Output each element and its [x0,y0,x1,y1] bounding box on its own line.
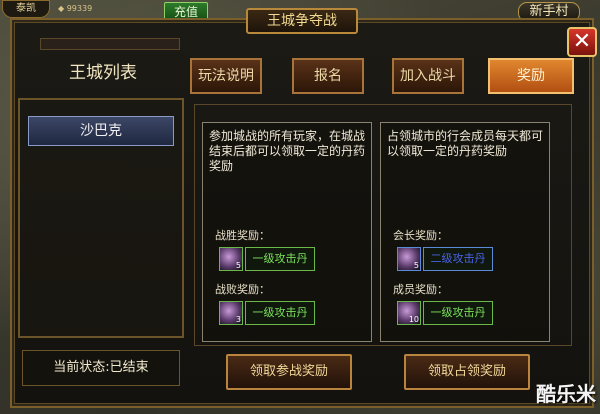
tab-rules[interactable]: 玩法说明 [190,58,262,94]
item-count: 3 [235,315,241,324]
leader-reward-label: 会长奖励： [393,229,448,242]
item-count: 5 [413,261,419,270]
occupation-reward-box: 占领城市的行会成员每天都可以领取一定的丹药奖励 会长奖励： 5 二级攻击丹 成员… [380,122,550,342]
city-item-shabake[interactable]: 沙巴克 [28,116,174,146]
tab-signup[interactable]: 报名 [292,58,364,94]
gold-display: ◆ 99339 [58,2,158,16]
pill-icon: 10 [397,301,421,325]
site-watermark: 酷乐米 [536,382,596,406]
decor-strip [40,38,180,50]
status-text: 当前状态:已结束 [22,350,180,386]
pill-icon: 3 [219,301,243,325]
item-name: 一级攻击丹 [423,301,493,325]
tab-join-battle[interactable]: 加入战斗 [392,58,464,94]
lose-reward-label: 战败奖励： [215,283,270,296]
item-count: 5 [235,261,241,270]
item-name: 二级攻击丹 [423,247,493,271]
leader-reward-item[interactable]: 5 二级攻击丹 [397,247,517,271]
city-list: 沙巴克 [18,98,184,338]
item-name: 一级攻击丹 [245,301,315,325]
pill-icon: 5 [219,247,243,271]
participant-reward-box: 参加城战的所有玩家，在城战结束后都可以领取一定的丹药奖励 战胜奖励： 5 一级攻… [202,122,372,342]
member-reward-label: 成员奖励： [393,283,448,296]
pill-icon: 5 [397,247,421,271]
participant-description: 参加城战的所有玩家，在城战结束后都可以领取一定的丹药奖励 [209,129,366,173]
win-reward-item[interactable]: 5 一级攻击丹 [219,247,339,271]
member-reward-item[interactable]: 10 一级攻击丹 [397,301,517,325]
tab-rewards[interactable]: 奖励 [488,58,574,94]
claim-occupation-button[interactable]: 领取占领奖励 [404,354,530,390]
item-name: 一级攻击丹 [245,247,315,271]
player-name: 泰凯 [2,0,50,18]
city-list-title: 王城列表 [69,63,137,83]
occupation-description: 占领城市的行会成员每天都可以领取一定的丹药奖励 [387,129,544,158]
lose-reward-item[interactable]: 3 一级攻击丹 [219,301,339,325]
panel-title: 王城争夺战 [246,8,358,34]
gold-icon: ◆ [58,4,67,13]
item-count: 10 [408,315,419,324]
gold-value: 99339 [66,4,93,13]
close-button[interactable]: ✕ [567,27,597,57]
claim-participation-button[interactable]: 领取参战奖励 [226,354,352,390]
win-reward-label: 战胜奖励： [215,229,270,242]
